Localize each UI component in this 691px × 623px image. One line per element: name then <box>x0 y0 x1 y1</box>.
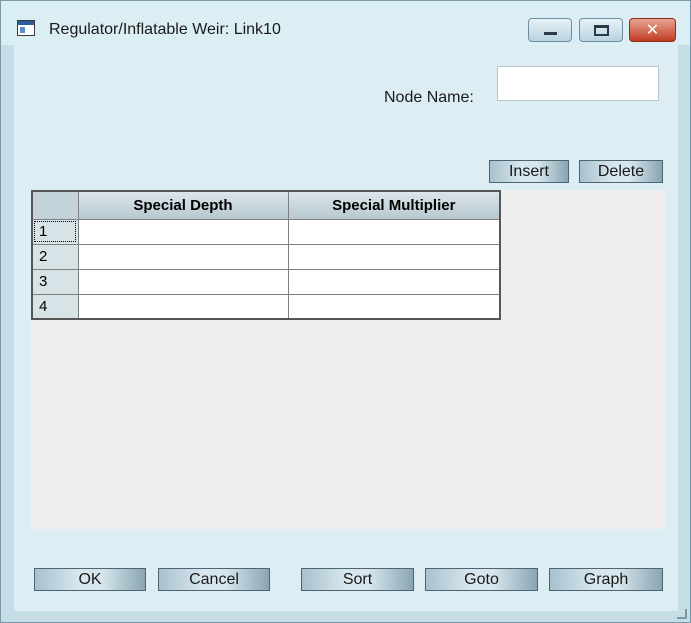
resize-grip-icon[interactable] <box>677 609 687 619</box>
close-icon: ✕ <box>645 22 660 39</box>
maximize-button[interactable] <box>579 18 623 42</box>
insert-button[interactable]: Insert <box>489 160 569 183</box>
close-button[interactable]: ✕ <box>629 18 676 42</box>
node-name-label: Node Name: <box>384 89 474 106</box>
special-multiplier-cell[interactable] <box>287 268 501 295</box>
grid-corner-cell[interactable] <box>31 190 79 220</box>
maximize-icon <box>594 25 609 36</box>
graph-button[interactable]: Graph <box>549 568 663 591</box>
special-multiplier-cell[interactable] <box>287 243 501 270</box>
minimize-icon <box>544 32 557 35</box>
table-row: 4 <box>31 293 501 320</box>
goto-button[interactable]: Goto <box>425 568 538 591</box>
column-header-special-depth[interactable]: Special Depth <box>77 190 289 220</box>
table-row: 2 <box>31 243 501 270</box>
special-depth-cell[interactable] <box>77 218 289 245</box>
app-icon[interactable] <box>17 20 35 36</box>
minimize-button[interactable] <box>528 18 572 42</box>
row-header[interactable]: 2 <box>31 243 79 270</box>
row-header[interactable]: 1 <box>31 218 79 245</box>
special-multiplier-cell[interactable] <box>287 293 501 320</box>
window-title: Regulator/Inflatable Weir: Link10 <box>49 21 281 38</box>
special-depth-grid[interactable]: Special Depth Special Multiplier 1 2 3 4 <box>31 190 501 320</box>
node-name-input[interactable] <box>497 66 659 101</box>
table-row: 3 <box>31 268 501 295</box>
special-multiplier-cell[interactable] <box>287 218 501 245</box>
special-depth-cell[interactable] <box>77 243 289 270</box>
dialog-window: Regulator/Inflatable Weir: Link10 ✕ Node… <box>0 0 691 623</box>
table-row: 1 <box>31 218 501 245</box>
special-depth-cell[interactable] <box>77 293 289 320</box>
cancel-button[interactable]: Cancel <box>158 568 270 591</box>
ok-button[interactable]: OK <box>34 568 146 591</box>
special-depth-cell[interactable] <box>77 268 289 295</box>
delete-button[interactable]: Delete <box>579 160 663 183</box>
title-bar[interactable]: Regulator/Inflatable Weir: Link10 ✕ <box>1 1 690 45</box>
sort-button[interactable]: Sort <box>301 568 414 591</box>
column-header-special-multiplier[interactable]: Special Multiplier <box>287 190 501 220</box>
row-header[interactable]: 3 <box>31 268 79 295</box>
row-header[interactable]: 4 <box>31 293 79 320</box>
